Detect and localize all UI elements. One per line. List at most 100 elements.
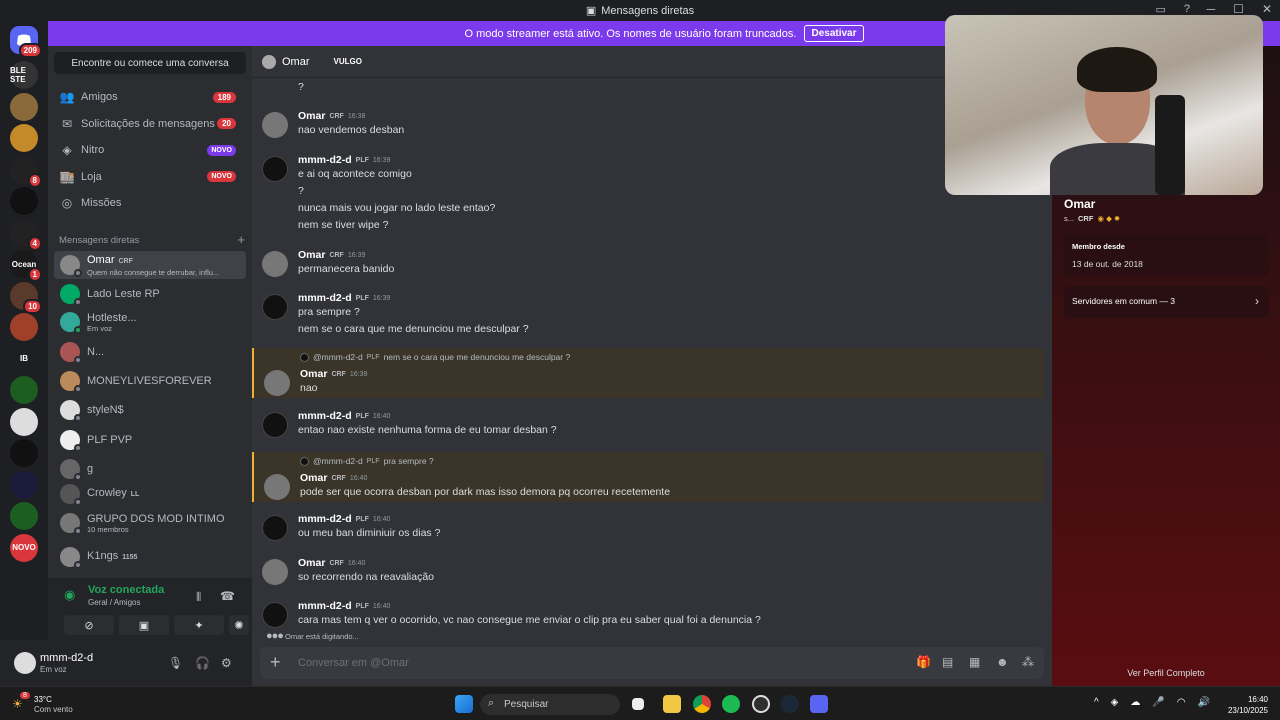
- message[interactable]: mmm-d2-d PLF 16:39 e ai oq acontece comigo?…: [252, 150, 1044, 240]
- apps-icon[interactable]: ⁂: [1022, 655, 1034, 669]
- weather-icon[interactable]: ☀: [12, 697, 23, 711]
- dm-item[interactable]: styleN$: [54, 396, 246, 424]
- avatar[interactable]: [262, 412, 288, 438]
- gift-icon[interactable]: 🎁: [916, 655, 931, 669]
- server-icon[interactable]: [10, 502, 38, 530]
- shield-icon[interactable]: ◈: [1111, 697, 1119, 708]
- server-icon[interactable]: [10, 187, 38, 215]
- close-button[interactable]: ✕: [1262, 2, 1272, 16]
- message[interactable]: mmm-d2-d PLF 16:40 ou meu ban diminiuir os …: [252, 509, 1044, 549]
- volume-icon[interactable]: 🔊: [1198, 697, 1210, 708]
- server-icon[interactable]: [10, 376, 38, 404]
- view-full-profile-link[interactable]: Ver Perfil Completo: [1052, 668, 1280, 678]
- message[interactable]: Omar CRF 16:38 nao vendemos desban: [252, 106, 1044, 146]
- mic-tray-icon[interactable]: 🎤: [1152, 697, 1164, 708]
- activity-button[interactable]: ✦: [174, 615, 224, 635]
- headphones-icon[interactable]: 🎧: [195, 656, 210, 670]
- server-icon[interactable]: Ocean 1: [10, 250, 42, 282]
- server-icon[interactable]: [10, 407, 38, 436]
- discord-icon[interactable]: [810, 695, 828, 713]
- message-author[interactable]: mmm-d2-d: [298, 292, 352, 304]
- message-author[interactable]: mmm-d2-d: [298, 600, 352, 612]
- wifi-icon[interactable]: ◠: [1177, 697, 1186, 708]
- message-author[interactable]: Omar: [298, 110, 325, 122]
- nav-friends[interactable]: 👥 Amigos 189: [54, 84, 246, 110]
- server-icon[interactable]: BLE STE: [10, 61, 38, 89]
- avatar[interactable]: [262, 156, 288, 182]
- nav-nitro[interactable]: ◈ Nitro NOVO: [54, 137, 246, 163]
- screen-share-button[interactable]: ▣: [119, 615, 169, 635]
- avatar[interactable]: [262, 112, 288, 138]
- server-icon[interactable]: NOVO: [10, 533, 38, 562]
- avatar[interactable]: [262, 515, 288, 541]
- mic-icon[interactable]: 🎙: [168, 656, 183, 670]
- message-author[interactable]: Omar: [300, 368, 327, 380]
- dm-item[interactable]: Omar CRF Quem não consegue te derrubar, in…: [54, 251, 246, 279]
- dm-item[interactable]: Crowley LL: [54, 480, 246, 508]
- avatar[interactable]: [262, 559, 288, 585]
- nav-quests[interactable]: ◎ Missões: [54, 190, 246, 216]
- start-icon[interactable]: [455, 695, 473, 713]
- soundboard-button[interactable]: ✺: [229, 615, 249, 635]
- dm-item[interactable]: Lado Leste RP: [54, 280, 246, 308]
- avatar[interactable]: [262, 251, 288, 277]
- message-author[interactable]: Omar: [300, 472, 327, 484]
- minimize-button[interactable]: ─: [1207, 2, 1216, 16]
- message-input[interactable]: [298, 654, 858, 672]
- emoji-icon[interactable]: ☻: [996, 655, 1009, 669]
- reply-preview[interactable]: @mmm-d2-d PLF nem se o cara que me denunci…: [300, 352, 570, 362]
- message[interactable]: mmm-d2-d PLF 16:40 cara mas tem q ver o oco…: [252, 596, 1044, 636]
- disable-streamer-button[interactable]: Desativar: [804, 25, 864, 42]
- message-author[interactable]: Omar: [298, 557, 325, 569]
- dm-item[interactable]: PLF PVP: [54, 426, 246, 454]
- chrome-icon[interactable]: [693, 695, 711, 713]
- message[interactable]: mmm-d2-d PLF 16:39 pra sempre ? nem se o car…: [252, 288, 1044, 348]
- server-icon[interactable]: [10, 439, 38, 467]
- weather-widget[interactable]: 33°C Com vento: [34, 695, 73, 715]
- message-author[interactable]: Omar: [298, 249, 325, 261]
- server-icon[interactable]: [10, 470, 38, 499]
- clock[interactable]: 16:40 23/10/2025: [1228, 694, 1268, 716]
- server-icon[interactable]: [10, 124, 38, 152]
- avatar[interactable]: [262, 294, 288, 320]
- camera-button[interactable]: ⊘: [64, 615, 114, 635]
- nav-shop[interactable]: 🏬 Loja NOVO: [54, 164, 246, 190]
- mutual-servers-button[interactable]: Servidores em comum — 3 ›: [1064, 286, 1269, 318]
- dm-item[interactable]: Hotleste... Em voz: [54, 308, 246, 336]
- server-icon[interactable]: 8: [10, 155, 42, 188]
- server-icon[interactable]: [10, 92, 38, 121]
- username[interactable]: mmm-d2-d: [40, 652, 93, 664]
- steam-icon[interactable]: [781, 695, 799, 713]
- maximize-button[interactable]: ☐: [1233, 2, 1244, 16]
- voice-channel[interactable]: Geral / Amigos: [88, 598, 140, 607]
- message-author[interactable]: mmm-d2-d: [298, 410, 352, 422]
- message[interactable]: @mmm-d2-d PLF pra sempre ? Omar CRF 16:40 pode…: [252, 452, 1044, 502]
- message[interactable]: mmm-d2-d PLF 16:40 entao nao existe nenhuma…: [252, 406, 1044, 446]
- home-button[interactable]: 209: [10, 26, 42, 58]
- message-author[interactable]: mmm-d2-d: [298, 513, 352, 525]
- dm-item[interactable]: g: [54, 455, 246, 483]
- chevron-up-icon[interactable]: ^: [1094, 697, 1099, 708]
- task-view-icon[interactable]: [632, 698, 644, 710]
- avatar[interactable]: [264, 474, 290, 500]
- server-icon[interactable]: IB: [10, 344, 38, 373]
- message[interactable]: @mmm-d2-d PLF nem se o cara que me denunci…: [252, 348, 1044, 398]
- find-conversation-button[interactable]: Encontre ou comece uma conversa: [54, 52, 246, 74]
- dm-item[interactable]: GRUPO DOS MOD INTIMO 10 membros: [54, 509, 246, 537]
- nav-message-requests[interactable]: ✉ Solicitações de mensagens 20: [54, 111, 246, 137]
- file-explorer-icon[interactable]: [663, 695, 681, 713]
- server-icon[interactable]: 4: [10, 218, 42, 251]
- sticker-icon[interactable]: ▦: [969, 655, 980, 669]
- spotify-icon[interactable]: [722, 695, 740, 713]
- network-icon[interactable]: ☁: [1130, 697, 1140, 708]
- avatar[interactable]: [262, 602, 288, 628]
- search-box[interactable]: ⌕ Pesquisar: [480, 694, 620, 715]
- disconnect-icon[interactable]: ☎: [220, 589, 235, 603]
- noise-icon[interactable]: ⦀: [196, 590, 201, 605]
- message-author[interactable]: mmm-d2-d: [298, 154, 352, 166]
- server-icon[interactable]: [10, 313, 38, 341]
- obs-icon[interactable]: [752, 695, 770, 713]
- dm-item[interactable]: K1ngs 1155: [54, 543, 246, 571]
- avatar[interactable]: [14, 652, 36, 674]
- dm-item[interactable]: MONEYLIVESFOREVER: [54, 367, 246, 395]
